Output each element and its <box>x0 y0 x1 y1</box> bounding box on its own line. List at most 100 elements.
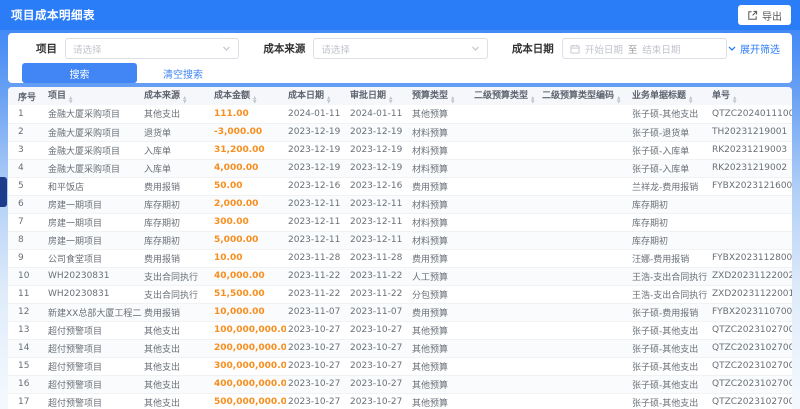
column-header[interactable]: 业务单据标题 ▲ ▼ <box>630 87 710 105</box>
cell-cost-date: 2023-11-07 <box>286 303 348 322</box>
cell-cost-amount: 400,000,000.00 <box>212 375 286 394</box>
cell-cost-amount: 31,200.00 <box>212 141 286 160</box>
column-header[interactable]: 审批日期 ▲ ▼ <box>348 87 410 105</box>
cell-budget-type: 费用预算 <box>410 249 472 268</box>
cell-approve-date: 2023-11-28 <box>348 249 410 268</box>
cell-doc-title: 张子硕-其他支出 <box>630 393 710 409</box>
table-row[interactable]: 1 金融大厦采购项目 其他支出 111.00 2024-01-11 2024-0… <box>8 105 792 124</box>
column-header[interactable]: 成本金额 ▲ ▼ <box>212 87 286 105</box>
cell-cost-source: 其他支出 <box>142 321 212 340</box>
cell-sub-budget-type <box>472 303 540 322</box>
cell-doc-no: RK20231219002 <box>710 159 792 178</box>
column-header[interactable]: 二级预算类型编码 ▲ ▼ <box>540 87 630 105</box>
column-header[interactable]: 序号▲▼ <box>8 87 46 105</box>
cell-project: 和平饭店 <box>46 177 142 196</box>
cell-sub-budget-type <box>472 141 540 160</box>
cell-project: WH20230831 <box>46 267 142 286</box>
cost-source-select-placeholder: 请选择 <box>321 44 350 56</box>
cell-doc-title: 兰祥龙-费用报销 <box>630 177 710 196</box>
column-header[interactable]: 单号 ▲ ▼ <box>710 87 792 105</box>
cell-cost-amount: -3,000.00 <box>212 123 286 142</box>
filter-panel: 项目 请选择 成本来源 请选择 成本日期 开始日期 至 结束日期 展开筛选 搜索… <box>8 33 792 83</box>
cell-sub-budget-type <box>472 123 540 142</box>
sort-icon[interactable]: ▲ ▼ <box>253 96 256 104</box>
cell-project: 金融大厦采购项目 <box>46 105 142 124</box>
cell-doc-no: TH20231219001 <box>710 123 792 142</box>
export-button[interactable]: 导出 <box>738 5 791 25</box>
clear-search-link[interactable]: 清空搜索 <box>163 66 203 81</box>
cell-sub-budget-code <box>540 249 630 268</box>
table-row[interactable]: 4 金融大厦采购项目 入库单 4,000.00 2023-12-19 2023-… <box>8 159 792 178</box>
cell-project: 超付预警项目 <box>46 339 142 358</box>
sort-icon[interactable]: ▲ ▼ <box>69 96 72 104</box>
cell-cost-date: 2023-12-19 <box>286 141 348 160</box>
cell-cost-source: 费用报销 <box>142 303 212 322</box>
table-row[interactable]: 7 房建一期项目 库存期初 300.00 2023-12-11 2023-12-… <box>8 213 792 232</box>
cell-cost-amount: 100,000,000.00 <box>212 321 286 340</box>
table-row[interactable]: 5 和平饭店 费用报销 50.00 2023-12-16 2023-12-16 … <box>8 177 792 196</box>
cell-cost-source: 其他支出 <box>142 357 212 376</box>
cost-table: 序号▲▼ 项目▲▼ 成本来源▲▼ 成本金额▲▼ 成本日期 <box>8 87 792 409</box>
column-header[interactable]: 成本日期 ▲ ▼ <box>286 87 348 105</box>
search-button[interactable]: 搜索 <box>22 63 137 83</box>
cost-date-range-picker[interactable]: 开始日期 至 结束日期 <box>561 38 727 59</box>
expand-filter-link[interactable]: 展开筛选 <box>727 41 780 56</box>
column-header[interactable]: 预算类型 ▲ ▼ <box>410 87 472 105</box>
sort-icon[interactable]: ▲ ▼ <box>451 96 454 104</box>
start-date-input[interactable]: 开始日期 <box>585 42 623 56</box>
cell-no: 9 <box>8 249 46 268</box>
export-button-label: 导出 <box>762 11 782 23</box>
cell-project: 房建一期项目 <box>46 231 142 250</box>
cell-approve-date: 2023-12-11 <box>348 195 410 214</box>
cell-sub-budget-code <box>540 285 630 304</box>
table-row[interactable]: 6 房建一期项目 库存期初 2,000.00 2023-12-11 2023-1… <box>8 195 792 214</box>
table-row[interactable]: 8 房建一期项目 库存期初 5,000.00 2023-12-11 2023-1… <box>8 231 792 250</box>
cell-sub-budget-type <box>472 393 540 409</box>
table-row[interactable]: 3 金融大厦采购项目 入库单 31,200.00 2023-12-19 2023… <box>8 141 792 160</box>
table-row[interactable]: 9 公司食堂项目 费用报销 10.00 2023-11-28 2023-11-2… <box>8 249 792 268</box>
cell-no: 7 <box>8 213 46 232</box>
cell-budget-type: 其他预算 <box>410 105 472 124</box>
cell-sub-budget-code <box>540 339 630 358</box>
table-row[interactable]: 14 超付预警项目 其他支出 200,000,000.00 2023-10-27… <box>8 339 792 358</box>
sort-icon[interactable]: ▲ ▼ <box>733 96 736 104</box>
column-header[interactable]: 成本来源 ▲ ▼ <box>142 87 212 105</box>
cost-source-select[interactable]: 请选择 <box>313 38 488 59</box>
table-row[interactable]: 13 超付预警项目 其他支出 100,000,000.00 2023-10-27… <box>8 321 792 340</box>
column-header[interactable]: 项目 ▲ ▼ <box>46 87 142 105</box>
column-header-label: 业务单据标题 <box>632 90 687 101</box>
table-row[interactable]: 12 新建XX总部大厦工程二期 费用报销 10,000.00 2023-11-0… <box>8 303 792 322</box>
floating-widget-handle[interactable] <box>0 177 7 207</box>
table-row[interactable]: 10 WH20230831 支出合同执行 40,000.00 2023-11-2… <box>8 267 792 286</box>
cell-cost-source: 支出合同执行 <box>142 285 212 304</box>
sort-icon[interactable]: ▲ ▼ <box>531 96 534 104</box>
sort-icon[interactable]: ▲ ▼ <box>389 96 392 104</box>
cell-cost-source: 退货单 <box>142 123 212 142</box>
cell-sub-budget-code <box>540 321 630 340</box>
table-row[interactable]: 15 超付预警项目 其他支出 300,000,000.00 2023-10-27… <box>8 357 792 376</box>
project-select[interactable]: 请选择 <box>65 38 240 59</box>
cell-cost-amount: 51,500.00 <box>212 285 286 304</box>
cell-doc-no: FYBX20231107001 <box>710 303 792 322</box>
cell-approve-date: 2023-10-27 <box>348 375 410 394</box>
table-row[interactable]: 16 超付预警项目 其他支出 400,000,000.00 2023-10-27… <box>8 375 792 394</box>
end-date-input[interactable]: 结束日期 <box>642 42 680 56</box>
actions-row: 搜索 清空搜索 <box>16 63 784 83</box>
cell-project: 超付预警项目 <box>46 375 142 394</box>
sort-icon[interactable]: ▲ ▼ <box>689 96 692 104</box>
cell-doc-no: QTZC20231027002 <box>710 393 792 409</box>
table-row[interactable]: 2 金融大厦采购项目 退货单 -3,000.00 2023-12-19 2023… <box>8 123 792 142</box>
cell-cost-amount: 300.00 <box>212 213 286 232</box>
cell-sub-budget-type <box>472 321 540 340</box>
table-row[interactable]: 17 超付预警项目 其他支出 500,000,000.00 2023-10-27… <box>8 393 792 409</box>
sort-icon[interactable]: ▲ ▼ <box>327 96 330 104</box>
cell-sub-budget-type <box>472 195 540 214</box>
column-header[interactable]: 二级预算类型 ▲ ▼ <box>472 87 540 105</box>
table-header-row: 序号▲▼ 项目▲▼ 成本来源▲▼ 成本金额▲▼ 成本日期 <box>8 87 792 105</box>
table-row[interactable]: 11 WH20230831 支出合同执行 51,500.00 2023-11-2… <box>8 285 792 304</box>
sort-icon[interactable]: ▲ ▼ <box>617 96 620 104</box>
cell-cost-date: 2023-10-27 <box>286 393 348 409</box>
sort-icon[interactable]: ▲ ▼ <box>183 96 186 104</box>
cell-doc-no: FYBX20231216001 <box>710 177 792 196</box>
cell-no: 6 <box>8 195 46 214</box>
